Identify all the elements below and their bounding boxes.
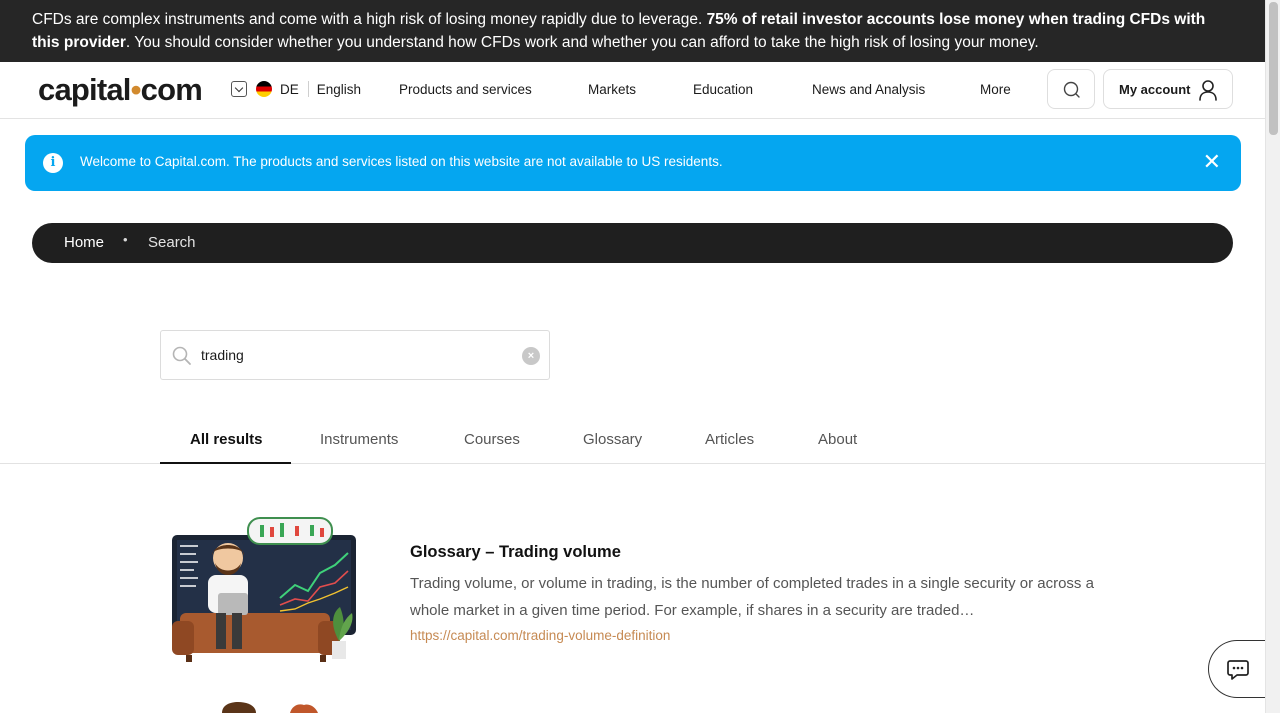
tab-courses[interactable]: Courses (464, 431, 520, 448)
breadcrumb: Home • Search (32, 223, 1233, 263)
logo-dot: • (130, 72, 142, 107)
risk-warning-banner: CFDs are complex instruments and come wi… (0, 0, 1265, 62)
result-title[interactable]: Glossary – Trading volume (410, 543, 621, 562)
result-description: Trading volume, or volume in trading, is… (410, 575, 1094, 619)
nav-more[interactable]: More (980, 82, 1011, 97)
page-scrollbar[interactable] (1265, 0, 1280, 713)
person-icon (1199, 80, 1217, 101)
chat-button[interactable] (1208, 640, 1268, 698)
tab-instruments[interactable]: Instruments (320, 431, 398, 448)
result-thumbnail[interactable] (160, 513, 370, 665)
search-icon (1063, 81, 1080, 98)
tab-about[interactable]: About (818, 431, 857, 448)
logo-text-com: com (140, 72, 203, 107)
breadcrumb-home[interactable]: Home (64, 234, 104, 251)
chat-icon (1227, 660, 1249, 680)
country-code[interactable]: DE (280, 82, 299, 97)
risk-text-start: CFDs are complex instruments and come wi… (32, 11, 707, 28)
tab-all-results[interactable]: All results (190, 431, 263, 448)
nav-markets[interactable]: Markets (588, 82, 636, 97)
search-input[interactable] (201, 343, 511, 367)
logo-text-capital: capital (38, 72, 131, 107)
site-header: capital•com DE English Products and serv… (0, 62, 1265, 119)
language-label[interactable]: English (317, 82, 361, 97)
header-search-button[interactable] (1047, 69, 1095, 109)
notice-text: Welcome to Capital.com. The products and… (80, 154, 723, 169)
breadcrumb-separator: • (123, 232, 128, 247)
nav-education[interactable]: Education (693, 82, 753, 97)
close-icon[interactable]: ✕ (1203, 150, 1221, 174)
result-url[interactable]: https://capital.com/trading-volume-defin… (410, 628, 670, 643)
nav-news-and-analysis[interactable]: News and Analysis (812, 82, 925, 97)
tab-articles[interactable]: Articles (705, 431, 754, 448)
active-tab-indicator (160, 462, 291, 464)
risk-text-end: . You should consider whether you unders… (125, 34, 1039, 51)
tab-glossary[interactable]: Glossary (583, 431, 642, 448)
germany-flag-icon (256, 81, 272, 97)
capital-com-logo[interactable]: capital•com (38, 72, 203, 108)
nav-products-and-services[interactable]: Products and services (399, 82, 532, 97)
search-field[interactable]: × (160, 330, 550, 380)
info-icon: i (43, 153, 63, 173)
language-selector[interactable]: DE English (231, 81, 361, 97)
language-divider (307, 81, 309, 97)
breadcrumb-current: Search (148, 234, 196, 251)
us-residents-notice: i Welcome to Capital.com. The products a… (25, 135, 1241, 191)
scrollbar-thumb[interactable] (1269, 2, 1278, 135)
chevron-down-icon[interactable] (231, 81, 247, 97)
search-icon (172, 346, 191, 365)
result-thumbnail-next[interactable] (210, 700, 330, 713)
clear-search-icon[interactable]: × (522, 347, 540, 365)
my-account-label: My account (1119, 82, 1191, 97)
my-account-button[interactable]: My account (1103, 69, 1233, 109)
